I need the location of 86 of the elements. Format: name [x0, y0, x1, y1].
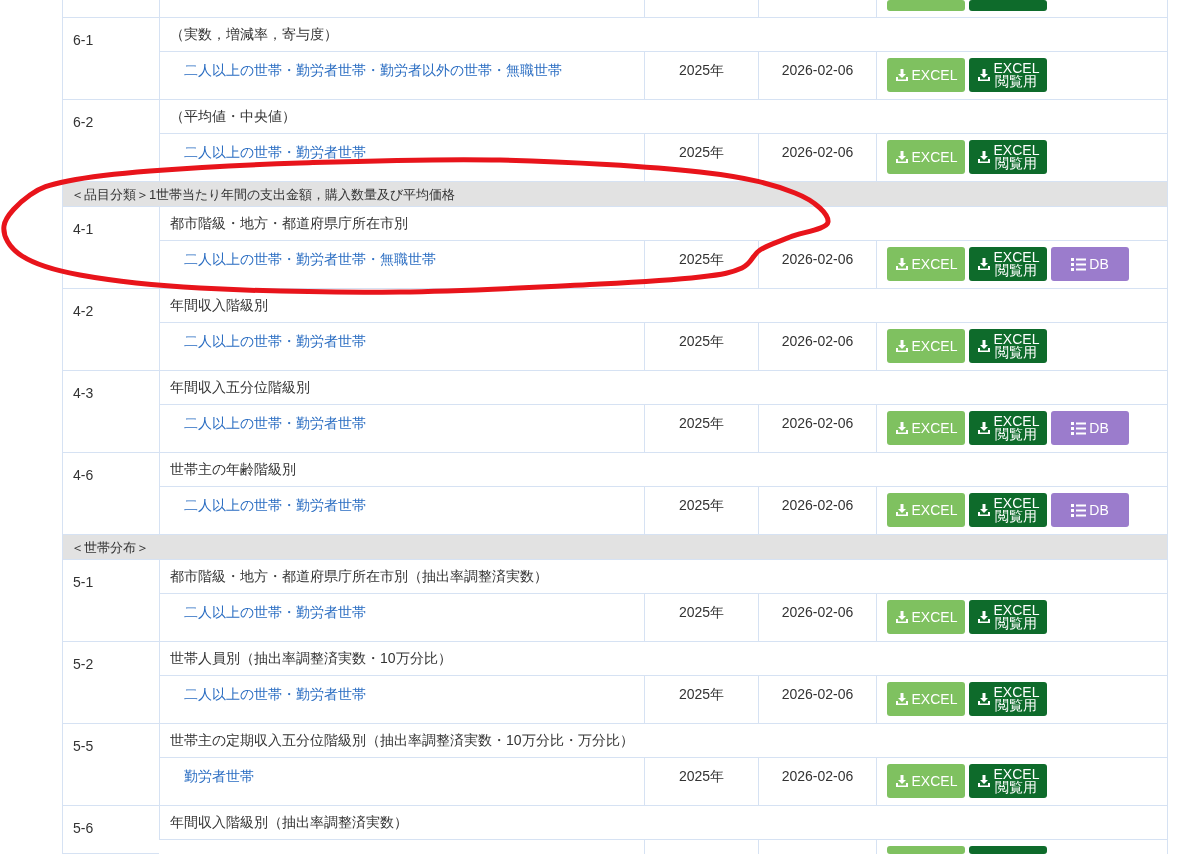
- excel-view-button[interactable]: EXCEL 閲覧用: [969, 600, 1047, 634]
- download-icon: [976, 692, 991, 706]
- excel-view-button[interactable]: EXCEL 閲覧用: [969, 764, 1047, 798]
- download-icon: [976, 68, 991, 82]
- release-date: 2026-02-06: [781, 333, 854, 349]
- download-icon: [894, 68, 909, 82]
- table-subtitle: （実数，増減率，寄与度）: [170, 26, 338, 42]
- survey-year: 2025年: [678, 604, 725, 620]
- download-icon: [976, 503, 991, 517]
- release-date: 2026-02-06: [781, 686, 854, 702]
- table-subtitle: 都市階級・地方・都道府県庁所在市別: [170, 215, 408, 231]
- table-code: 4-3: [73, 385, 94, 401]
- excel-view-button[interactable]: EXCEL 閲覧用: [969, 58, 1047, 92]
- download-icon: [894, 692, 909, 706]
- download-icon: [976, 257, 991, 271]
- table-subtitle: 世帯主の年齢階級別: [170, 461, 296, 477]
- household-link[interactable]: 二人以上の世帯・勤労者世帯・勤労者以外の世帯・無職世帯: [184, 62, 562, 78]
- release-date: 2026-02-06: [781, 144, 854, 160]
- survey-year: 2025年: [678, 415, 725, 431]
- button-edge[interactable]: [969, 846, 1047, 854]
- survey-year: 2025年: [678, 497, 725, 513]
- table-code: 4-2: [73, 303, 94, 319]
- download-icon: [976, 421, 991, 435]
- table-code: 5-1: [73, 574, 94, 590]
- table-subtitle: 世帯主の定期収入五分位階級別（抽出率調整済実数・10万分比・万分比）: [170, 732, 634, 748]
- excel-view-button[interactable]: EXCEL 閲覧用: [969, 140, 1047, 174]
- household-link[interactable]: 二人以上の世帯・勤労者世帯: [184, 333, 366, 349]
- db-button[interactable]: DB: [1051, 411, 1129, 445]
- download-icon: [894, 150, 909, 164]
- excel-view-button[interactable]: EXCEL 閲覧用: [969, 329, 1047, 363]
- table-subtitle: 世帯人員別（抽出率調整済実数・10万分比）: [170, 650, 452, 666]
- db-button[interactable]: DB: [1051, 493, 1129, 527]
- release-date: 2026-02-06: [781, 768, 854, 784]
- release-date: 2026-02-06: [781, 62, 854, 78]
- household-link[interactable]: 二人以上の世帯・勤労者世帯: [184, 686, 366, 702]
- survey-year: 2025年: [678, 686, 725, 702]
- household-link[interactable]: 勤労者世帯: [184, 768, 254, 784]
- table-code: 5-6: [73, 820, 94, 836]
- household-link[interactable]: 二人以上の世帯・勤労者世帯: [184, 497, 366, 513]
- section-heading: ＜品目分類＞1世帯当たり年間の支出金額，購入数量及び平均価格: [71, 187, 456, 202]
- household-link[interactable]: 二人以上の世帯・勤労者世帯・無職世帯: [184, 251, 436, 267]
- release-date: 2026-02-06: [781, 604, 854, 620]
- download-icon: [894, 503, 909, 517]
- db-button[interactable]: DB: [1051, 247, 1129, 281]
- download-icon: [894, 774, 909, 788]
- household-link[interactable]: 二人以上の世帯・勤労者世帯: [184, 604, 366, 620]
- list-icon: [1071, 503, 1087, 517]
- table-code: 5-2: [73, 656, 94, 672]
- section-heading: ＜世帯分布＞: [71, 540, 149, 555]
- release-date: 2026-02-06: [781, 497, 854, 513]
- excel-view-button[interactable]: EXCEL 閲覧用: [969, 682, 1047, 716]
- download-icon: [894, 610, 909, 624]
- table-code: 4-6: [73, 467, 94, 483]
- household-link[interactable]: 二人以上の世帯・勤労者世帯: [184, 415, 366, 431]
- table-subtitle: （平均値・中央値）: [170, 108, 296, 124]
- button-edge[interactable]: [887, 846, 965, 854]
- survey-year: 2025年: [678, 144, 725, 160]
- download-icon: [894, 421, 909, 435]
- table-code: 5-5: [73, 738, 94, 754]
- excel-view-button[interactable]: EXCEL 閲覧用: [969, 247, 1047, 281]
- table-subtitle: 年間収入五分位階級別: [170, 379, 310, 395]
- table-code: 6-1: [73, 32, 94, 48]
- excel-view-button[interactable]: EXCEL 閲覧用: [969, 411, 1047, 445]
- table-subtitle: 年間収入階級別（抽出率調整済実数）: [170, 814, 408, 830]
- table-code: 6-2: [73, 114, 94, 130]
- download-icon: [976, 774, 991, 788]
- survey-year: 2025年: [678, 768, 725, 784]
- survey-year: 2025年: [678, 251, 725, 267]
- table-code: 4-1: [73, 221, 94, 237]
- list-icon: [1071, 421, 1087, 435]
- household-link[interactable]: 二人以上の世帯・勤労者世帯: [184, 144, 366, 160]
- excel-view-button[interactable]: EXCEL 閲覧用: [969, 493, 1047, 527]
- release-date: 2026-02-06: [781, 251, 854, 267]
- download-icon: [976, 339, 991, 353]
- button-edge[interactable]: [969, 0, 1047, 11]
- list-icon: [1071, 257, 1087, 271]
- download-icon: [976, 150, 991, 164]
- button-edge[interactable]: [887, 0, 965, 11]
- survey-year: 2025年: [678, 62, 725, 78]
- release-date: 2026-02-06: [781, 415, 854, 431]
- table-subtitle: 都市階級・地方・都道府県庁所在市別（抽出率調整済実数）: [170, 568, 548, 584]
- survey-year: 2025年: [678, 333, 725, 349]
- download-icon: [976, 610, 991, 624]
- table-subtitle: 年間収入階級別: [170, 297, 268, 313]
- download-icon: [894, 257, 909, 271]
- download-icon: [894, 339, 909, 353]
